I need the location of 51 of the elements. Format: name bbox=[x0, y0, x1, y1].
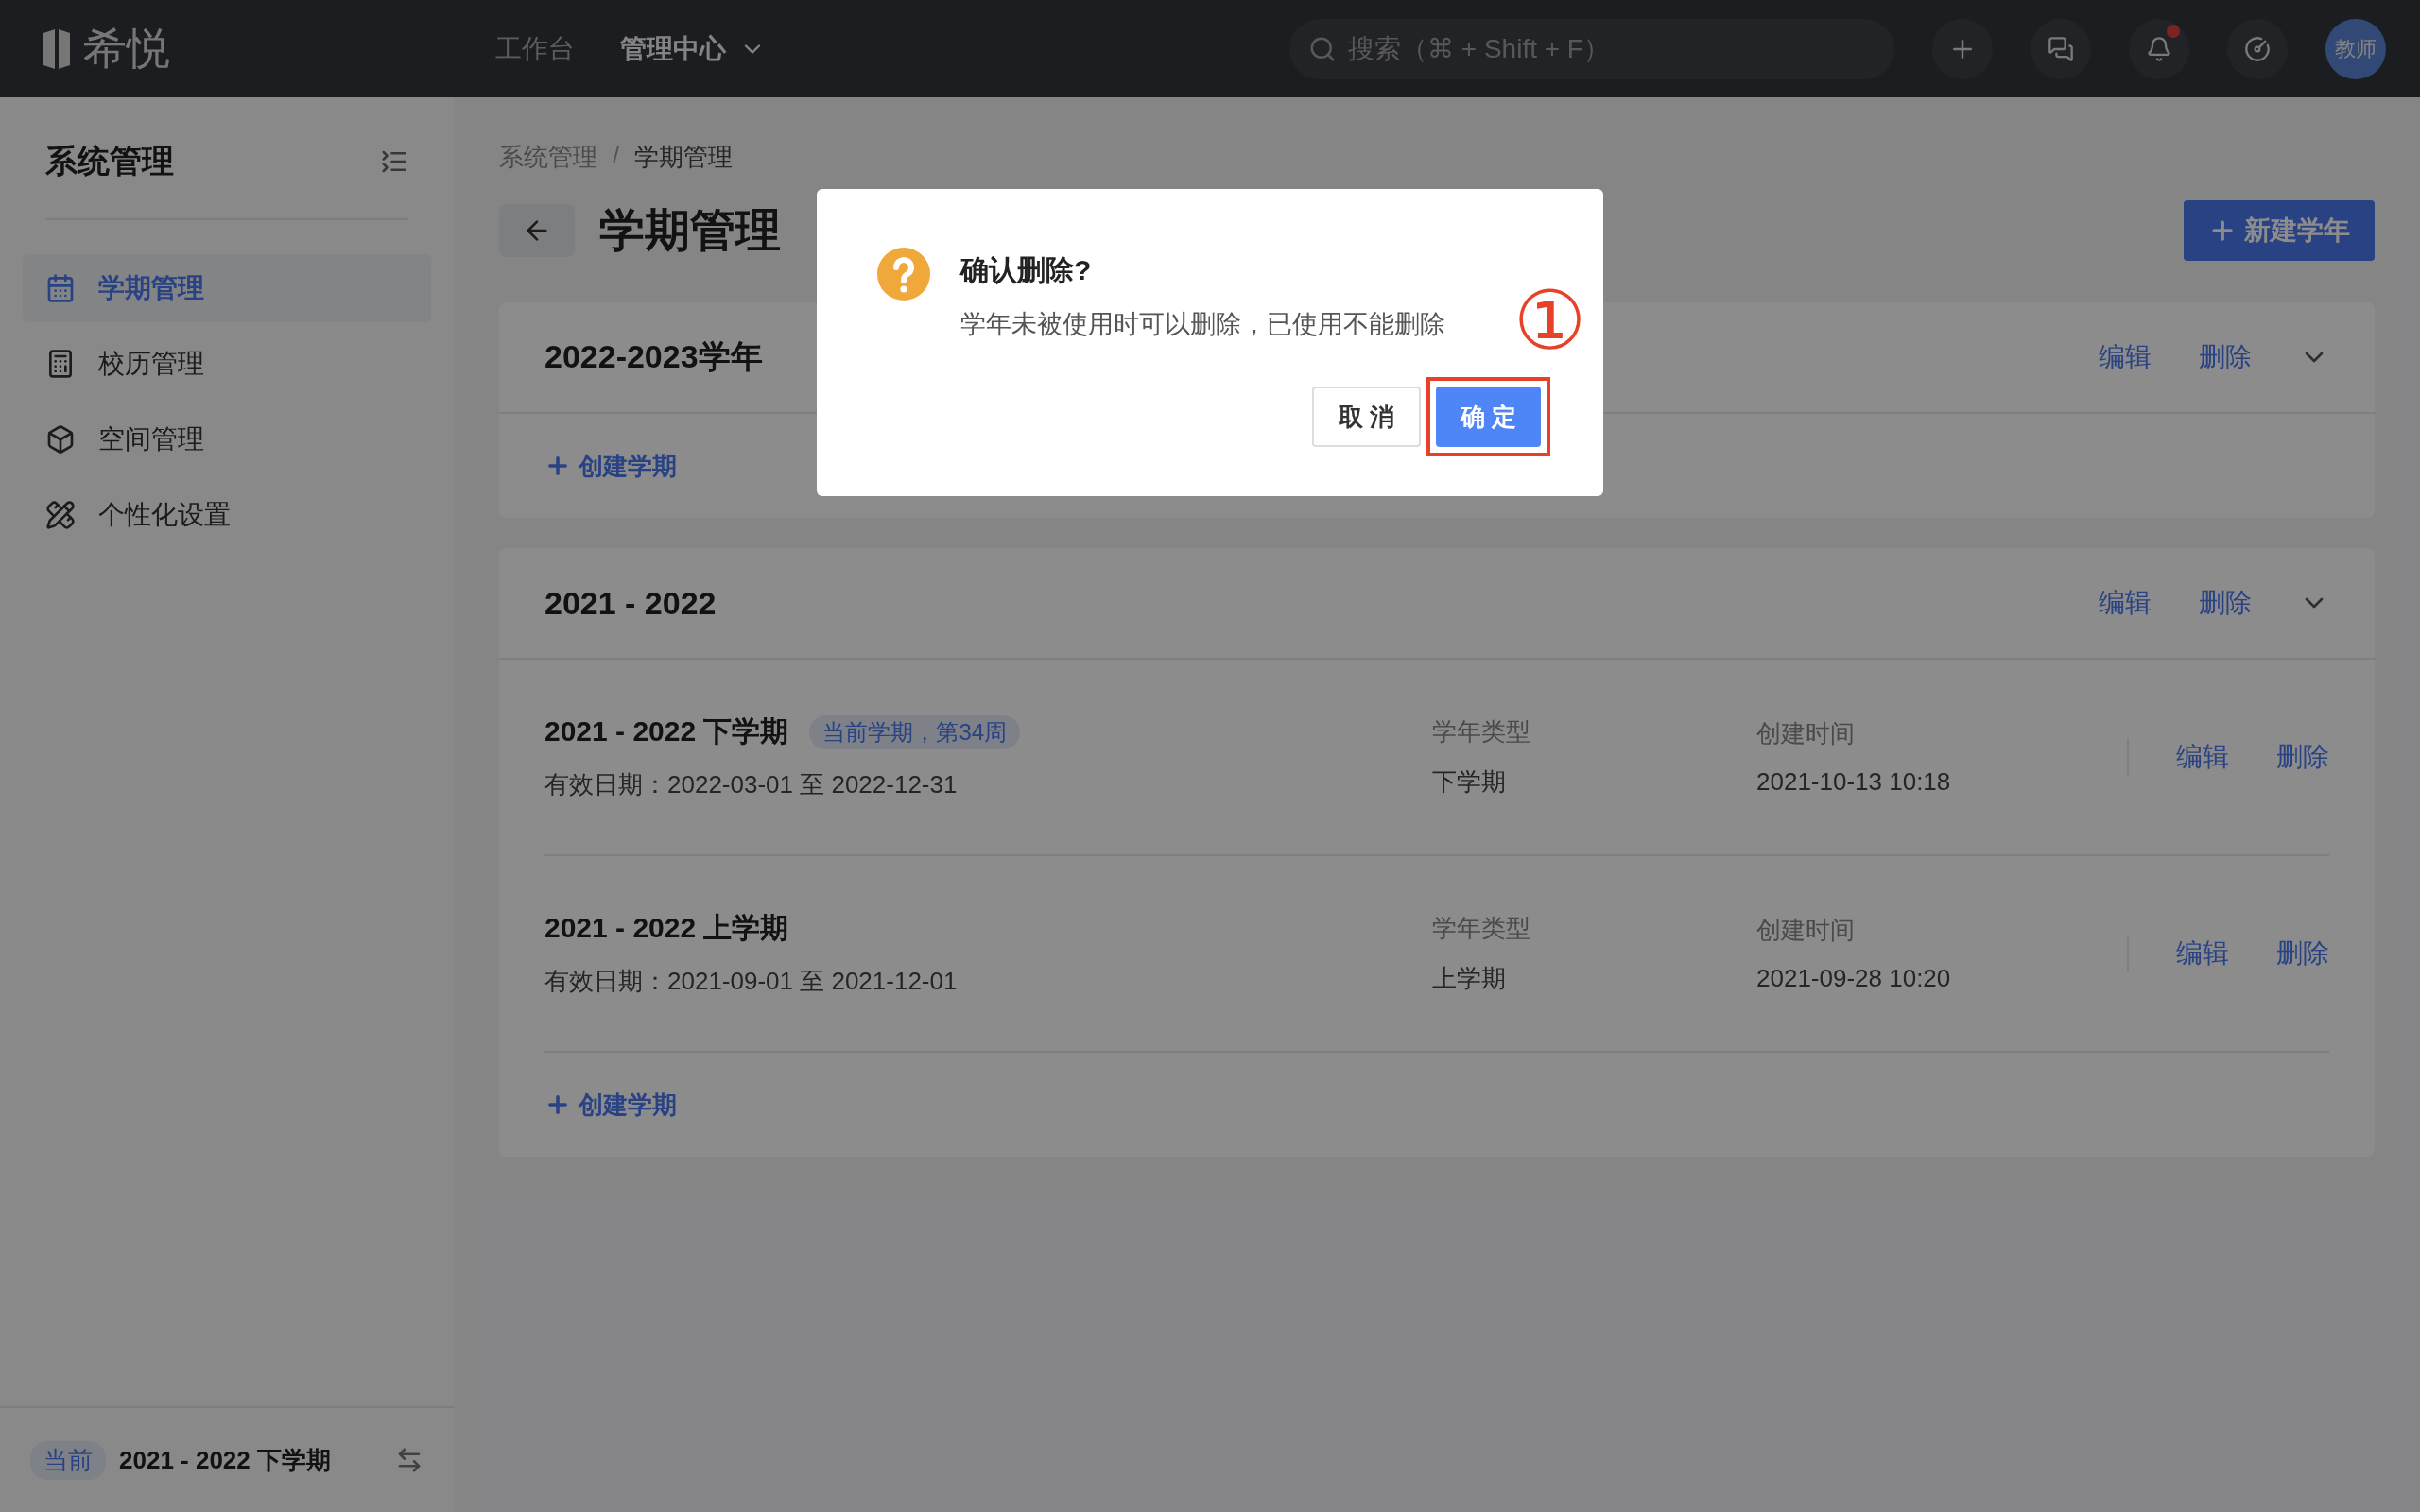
sidebar-item[interactable]: 个性化设置 bbox=[23, 481, 431, 549]
field-label: 学年类型 bbox=[1432, 913, 1531, 944]
term-title: 2021 - 2022 下学期 bbox=[544, 714, 789, 748]
field-label: 创建时间 bbox=[1756, 718, 1856, 749]
create-term-link[interactable]: 创建学期 bbox=[544, 1088, 677, 1122]
breadcrumb-link[interactable]: 系统管理 bbox=[499, 141, 597, 174]
sidebar-item[interactable]: 学期管理 bbox=[23, 254, 431, 322]
breadcrumb-link[interactable]: 学期管理 bbox=[634, 141, 734, 174]
gauge-icon bbox=[2244, 35, 2271, 62]
year-title: 2022-2023学年 bbox=[544, 337, 763, 376]
nav-tab[interactable]: 工作台 bbox=[495, 30, 575, 67]
action-link[interactable]: 删除 bbox=[2276, 936, 2329, 971]
action-link[interactable]: 编辑 bbox=[2099, 339, 2152, 375]
action-link[interactable]: 删除 bbox=[2276, 739, 2329, 775]
user-avatar[interactable]: 教师 bbox=[2325, 18, 2386, 79]
sidebar-item[interactable]: 校历管理 bbox=[23, 330, 431, 398]
question-icon bbox=[877, 248, 930, 301]
term-title: 2021 - 2022 上学期 bbox=[544, 911, 789, 945]
bell-icon bbox=[2146, 35, 2172, 62]
cancel-button[interactable]: 取 消 bbox=[1311, 387, 1421, 447]
action-link[interactable]: 删除 bbox=[2199, 339, 2252, 375]
current-badge: 当前 bbox=[30, 1440, 106, 1480]
action-link[interactable]: 删除 bbox=[2199, 585, 2252, 621]
nav-tab[interactable]: 管理中心 bbox=[620, 30, 766, 67]
breadcrumb-separator: / bbox=[613, 141, 620, 171]
field-value: 2021-09-28 10:20 bbox=[1756, 964, 1952, 993]
term-dates: 有效日期：2022-03-01 至 2022-12-31 bbox=[544, 769, 959, 800]
back-button[interactable] bbox=[499, 204, 575, 257]
new-year-button[interactable]: 新建学年 bbox=[2184, 200, 2375, 261]
action-link[interactable]: 编辑 bbox=[2176, 936, 2229, 971]
field-value: 上学期 bbox=[1432, 963, 1507, 994]
field-value: 下学期 bbox=[1432, 766, 1507, 798]
dialog-title: 确认删除? bbox=[960, 253, 1093, 287]
field-label: 学年类型 bbox=[1432, 716, 1531, 747]
action-link[interactable]: 编辑 bbox=[2099, 585, 2152, 621]
field-value: 2021-10-13 10:18 bbox=[1756, 767, 1952, 797]
chat-icon bbox=[2048, 35, 2074, 62]
annotation-number: ① bbox=[1512, 280, 1586, 361]
term-dates: 有效日期：2021-09-01 至 2021-12-01 bbox=[544, 966, 959, 997]
action-link[interactable]: 编辑 bbox=[2176, 739, 2229, 775]
sidebar-item[interactable]: 空间管理 bbox=[23, 405, 431, 473]
page-title: 学期管理 bbox=[599, 204, 781, 257]
term-badge: 当前学期，第34周 bbox=[809, 714, 1021, 749]
dialog-message: 学年未被使用时可以删除，已使用不能删除 bbox=[960, 309, 1445, 340]
sidebar-title: 系统管理 bbox=[45, 142, 174, 180]
logo-text: 希悦 bbox=[83, 22, 170, 75]
year-title: 2021 - 2022 bbox=[544, 584, 717, 622]
create-term-link[interactable]: 创建学期 bbox=[544, 449, 677, 483]
field-label: 创建时间 bbox=[1756, 915, 1856, 946]
current-term: 2021 - 2022 下学期 bbox=[119, 1444, 331, 1476]
confirm-button[interactable]: 确 定 bbox=[1435, 387, 1541, 447]
